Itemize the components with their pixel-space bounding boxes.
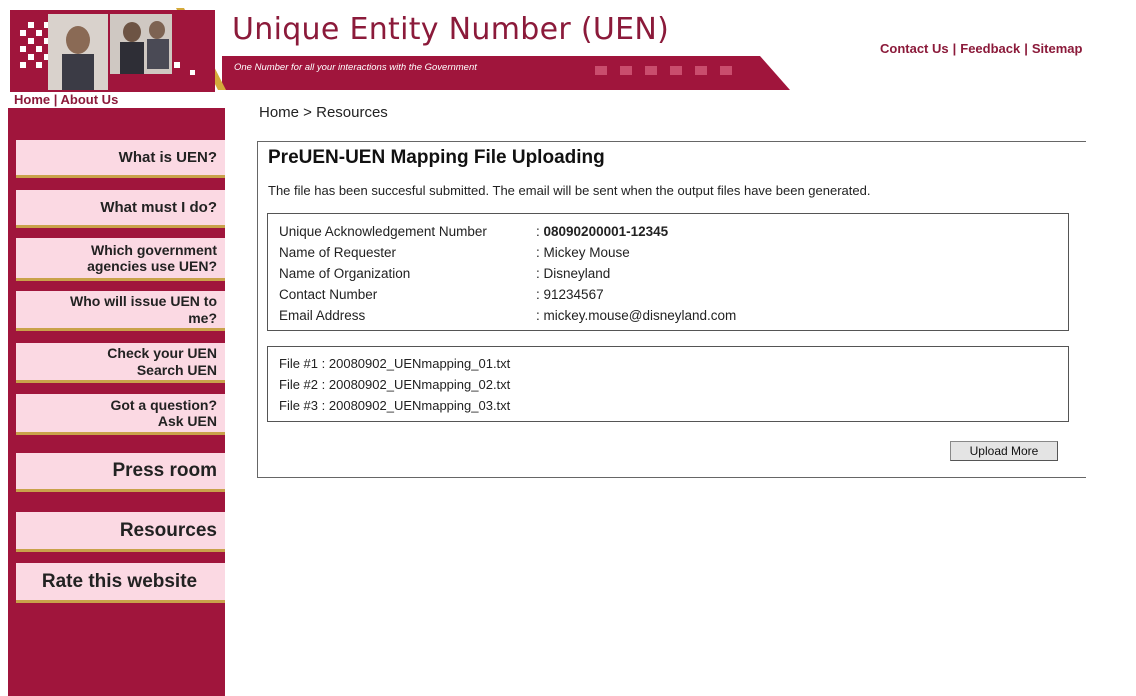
- sidebar-item-label: Which government agencies use UEN?: [87, 241, 217, 274]
- feedback-link[interactable]: Feedback: [960, 41, 1020, 56]
- breadcrumb: Home > Resources: [259, 104, 388, 121]
- field-value: : 08090200001-12345: [536, 224, 669, 239]
- field-label: Name of Organization: [279, 266, 411, 281]
- sidebar-item-resources[interactable]: Resources: [16, 512, 225, 552]
- sidebar-item-who-will-issue[interactable]: Who will issue UEN to me?: [16, 291, 225, 331]
- sidebar: What is UEN? What must I do? Which gover…: [8, 108, 225, 696]
- field-value: : Mickey Mouse: [536, 245, 630, 260]
- sidebar-item-check-uen[interactable]: Check your UEN Search UEN: [16, 343, 225, 383]
- sidebar-item-label: What is UEN?: [118, 148, 217, 166]
- field-label: Name of Requester: [279, 245, 397, 260]
- header-tagline: One Number for all your interactions wit…: [234, 62, 477, 73]
- sidebar-item-what-must-i-do[interactable]: What must I do?: [16, 190, 225, 228]
- home-link[interactable]: Home: [14, 92, 50, 107]
- sidebar-item-label: Check your UEN Search UEN: [107, 345, 217, 378]
- sidebar-item-label: Resources: [119, 519, 217, 541]
- sidebar-item-press-room[interactable]: Press room: [16, 453, 225, 492]
- success-message: The file has been succesful submitted. T…: [268, 183, 871, 198]
- acknowledgement-number: 08090200001-12345: [543, 224, 669, 239]
- sidebar-item-label: Who will issue UEN to me?: [69, 293, 217, 326]
- file-item: File #2 : 20080902_UENmapping_02.txt: [279, 377, 511, 392]
- app-title: Unique Entity Number (UEN): [232, 12, 670, 47]
- home-about-links: Home | About Us: [14, 92, 118, 107]
- file-item: File #1 : 20080902_UENmapping_01.txt: [279, 356, 511, 371]
- field-label: Email Address: [279, 308, 366, 323]
- upload-more-button[interactable]: Upload More: [950, 441, 1058, 461]
- field-label: Contact Number: [279, 287, 378, 302]
- about-us-link[interactable]: About Us: [61, 92, 119, 107]
- field-label: Unique Acknowledgement Number: [279, 224, 487, 239]
- contact-us-link[interactable]: Contact Us: [880, 41, 949, 56]
- link-separator: |: [952, 41, 957, 56]
- sidebar-item-rate-website[interactable]: Rate this website: [16, 563, 225, 603]
- page-title: PreUEN-UEN Mapping File Uploading: [268, 147, 605, 168]
- sidebar-item-what-is-uen[interactable]: What is UEN?: [16, 140, 225, 178]
- file-item: File #3 : 20080902_UENmapping_03.txt: [279, 398, 511, 413]
- sidebar-item-got-a-question[interactable]: Got a question? Ask UEN: [16, 394, 225, 435]
- sidebar-item-label: Rate this website: [41, 570, 198, 592]
- field-value: : Disneyland: [536, 266, 611, 281]
- sidebar-item-label: Press room: [112, 460, 217, 482]
- field-value: : mickey.mouse@disneyland.com: [536, 308, 737, 323]
- sitemap-link[interactable]: Sitemap: [1032, 41, 1083, 56]
- sidebar-item-which-agencies[interactable]: Which government agencies use UEN?: [16, 238, 225, 281]
- field-value: : 91234567: [536, 287, 604, 302]
- link-separator: |: [53, 92, 58, 107]
- top-links: Contact Us | Feedback | Sitemap: [880, 41, 1082, 56]
- link-separator: |: [1024, 41, 1028, 56]
- sidebar-item-label: Got a question? Ask UEN: [110, 396, 217, 429]
- sidebar-item-label: What must I do?: [100, 198, 217, 216]
